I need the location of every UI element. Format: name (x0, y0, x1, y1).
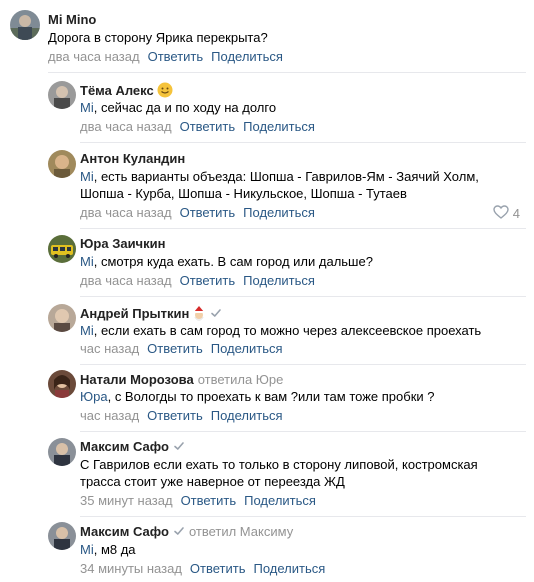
divider (80, 516, 526, 517)
author-name[interactable]: Mi Mino (48, 12, 96, 27)
share-button[interactable]: Поделиться (243, 205, 315, 220)
reply-button[interactable]: Ответить (190, 561, 246, 576)
reply-button[interactable]: Ответить (180, 119, 236, 134)
comment-author[interactable]: Натали Морозова ответила Юре (80, 372, 283, 388)
author-name[interactable]: Максим Сафо (80, 439, 169, 454)
comment-text: Mi, есть варианты объезда: Шопша - Гаври… (80, 168, 479, 186)
reply-button[interactable]: Ответить (180, 205, 236, 220)
comment-body: , с Вологды то проехать к вам ?или там т… (107, 389, 435, 404)
heart-icon (493, 205, 509, 222)
comment-text: Mi, сейчас да и по ходу на долго (80, 99, 276, 117)
comment-author[interactable]: Максим Сафо (80, 439, 185, 456)
reply-button[interactable]: Ответить (181, 493, 237, 508)
comment-meta: два часа назад Ответить Поделиться (80, 273, 315, 289)
author-name[interactable]: Натали Морозова (80, 372, 194, 387)
divider (48, 72, 526, 73)
comment-author[interactable]: Максим Сафо ответил Максиму (80, 524, 293, 541)
avatar[interactable] (48, 150, 76, 178)
comment-text: Mi, м8 да (80, 541, 136, 559)
author-name[interactable]: Андрей Прыткин (80, 306, 189, 321)
comment-text-line2: Шопша - Курба, Шопша - Никульское, Шопша… (80, 186, 407, 201)
comment-author[interactable]: Антон Куландин (80, 151, 185, 167)
comment-time[interactable]: два часа назад (48, 49, 140, 64)
comment-meta: час назад Ответить Поделиться (80, 341, 283, 357)
comment-body: , есть варианты объезда: Шопша - Гаврило… (93, 169, 479, 184)
share-button[interactable]: Поделиться (244, 493, 316, 508)
comment-meta: час назад Ответить Поделиться (80, 408, 283, 424)
addressee-link[interactable]: Mi (80, 323, 94, 338)
share-button[interactable]: Поделиться (243, 119, 315, 134)
addressee-link[interactable]: Mi (80, 169, 94, 184)
verified-check-icon (210, 307, 222, 323)
reply-to-link[interactable]: ответила Юре (198, 372, 284, 387)
share-button[interactable]: Поделиться (211, 408, 283, 423)
comment-time[interactable]: 35 минут назад (80, 493, 173, 508)
avatar[interactable] (48, 235, 76, 263)
divider (80, 364, 526, 365)
reply-button[interactable]: Ответить (147, 341, 203, 356)
avatar[interactable] (48, 438, 76, 466)
comment-text-line2: трасса стоит уже наверное от переезда ЖД (80, 474, 345, 489)
comment-text: С Гаврилов если ехать то только в сторон… (80, 457, 478, 472)
share-button[interactable]: Поделиться (211, 49, 283, 64)
share-button[interactable]: Поделиться (211, 341, 283, 356)
avatar[interactable] (48, 304, 76, 332)
share-button[interactable]: Поделиться (253, 561, 325, 576)
author-name[interactable]: Тёма Алекс (80, 83, 154, 98)
comment-time[interactable]: два часа назад (80, 273, 172, 288)
comment-meta: два часа назад Ответить Поделиться (80, 205, 315, 221)
comment-body: , м8 да (93, 542, 136, 557)
comment-meta: 35 минут назад Ответить Поделиться (80, 493, 316, 509)
like-button[interactable]: 4 (493, 205, 520, 222)
comment-body: , сейчас да и по ходу на долго (93, 100, 277, 115)
comment-author[interactable]: Mi Mino (48, 12, 96, 28)
addressee-link[interactable]: Юра (80, 389, 108, 404)
divider (80, 142, 526, 143)
divider (80, 296, 526, 297)
addressee-link[interactable]: Mi (80, 254, 94, 269)
comment-text: Mi, смотря куда ехать. В сам город или д… (80, 253, 373, 271)
comment-time[interactable]: час назад (80, 408, 139, 423)
avatar[interactable] (48, 522, 76, 550)
avatar[interactable] (48, 370, 76, 398)
comment-time[interactable]: два часа назад (80, 119, 172, 134)
author-name[interactable]: Максим Сафо (80, 524, 169, 539)
reply-button[interactable]: Ответить (148, 49, 204, 64)
comment-body: , смотря куда ехать. В сам город или дал… (93, 254, 373, 269)
verified-check-icon (173, 525, 185, 541)
comment-text: Юра, с Вологды то проехать к вам ?или та… (80, 388, 434, 406)
comment-body: , если ехать в сам город то можно через … (93, 323, 482, 338)
addressee-link[interactable]: Mi (80, 542, 94, 557)
divider (80, 431, 526, 432)
comment-time[interactable]: два часа назад (80, 205, 172, 220)
reply-button[interactable]: Ответить (147, 408, 203, 423)
share-button[interactable]: Поделиться (243, 273, 315, 288)
avatar[interactable] (48, 81, 76, 109)
comment-text: Mi, если ехать в сам город то можно чере… (80, 322, 481, 340)
comment-meta: два часа назад Ответить Поделиться (48, 49, 283, 65)
avatar[interactable] (10, 10, 40, 40)
comment-time[interactable]: час назад (80, 341, 139, 356)
divider (80, 228, 526, 229)
comment-author[interactable]: Юра Заичкин (80, 236, 165, 252)
addressee-link[interactable]: Mi (80, 100, 94, 115)
like-count: 4 (512, 206, 520, 221)
comment-meta: 34 минуты назад Ответить Поделиться (80, 561, 325, 577)
author-name[interactable]: Антон Куландин (80, 151, 185, 166)
reply-button[interactable]: Ответить (180, 273, 236, 288)
author-name[interactable]: Юра Заичкин (80, 236, 165, 251)
comment-meta: два часа назад Ответить Поделиться (80, 119, 315, 135)
verified-check-icon (173, 440, 185, 456)
comment-time[interactable]: 34 минуты назад (80, 561, 182, 576)
reply-to-link[interactable]: ответил Максиму (189, 524, 293, 539)
comment-text: Дорога в сторону Ярика перекрыта? (48, 30, 268, 45)
